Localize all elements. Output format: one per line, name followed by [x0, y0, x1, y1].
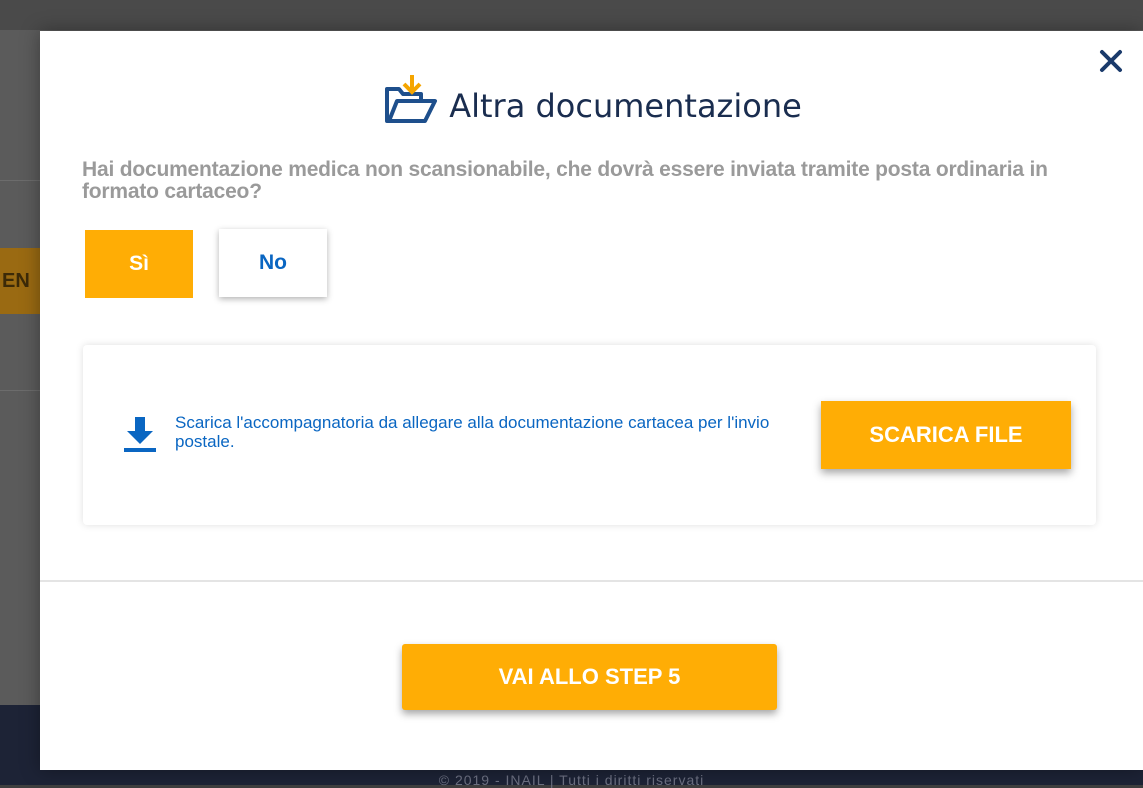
modal-title: Altra documentazione [449, 87, 802, 125]
background-tab: EN [0, 248, 40, 314]
background-divider [0, 180, 40, 181]
background-divider [0, 390, 40, 391]
modal-divider [40, 580, 1143, 582]
footer-text: © 2019 - INAIL | Tutti i diritti riserva… [438, 772, 705, 788]
modal-dialog: Altra documentazione Hai documentazione … [40, 31, 1143, 770]
background-tab-label: EN [2, 269, 30, 292]
question-text: Hai documentazione medica non scansionab… [82, 158, 1048, 203]
background-header [0, 0, 1143, 30]
download-icon [124, 417, 156, 452]
folder-download-icon [385, 75, 438, 123]
close-icon [1100, 50, 1122, 72]
modal-header: Altra documentazione [40, 75, 1143, 127]
download-description: Scarica l'accompagnatoria da allegare al… [175, 413, 770, 451]
no-button[interactable]: No [219, 229, 327, 297]
next-step-button[interactable]: VAI ALLO STEP 5 [402, 644, 777, 710]
download-panel: Scarica l'accompagnatoria da allegare al… [83, 345, 1096, 525]
download-file-button[interactable]: SCARICA FILE [821, 401, 1071, 469]
close-button[interactable] [1095, 45, 1127, 77]
yes-button[interactable]: Sì [85, 230, 193, 298]
